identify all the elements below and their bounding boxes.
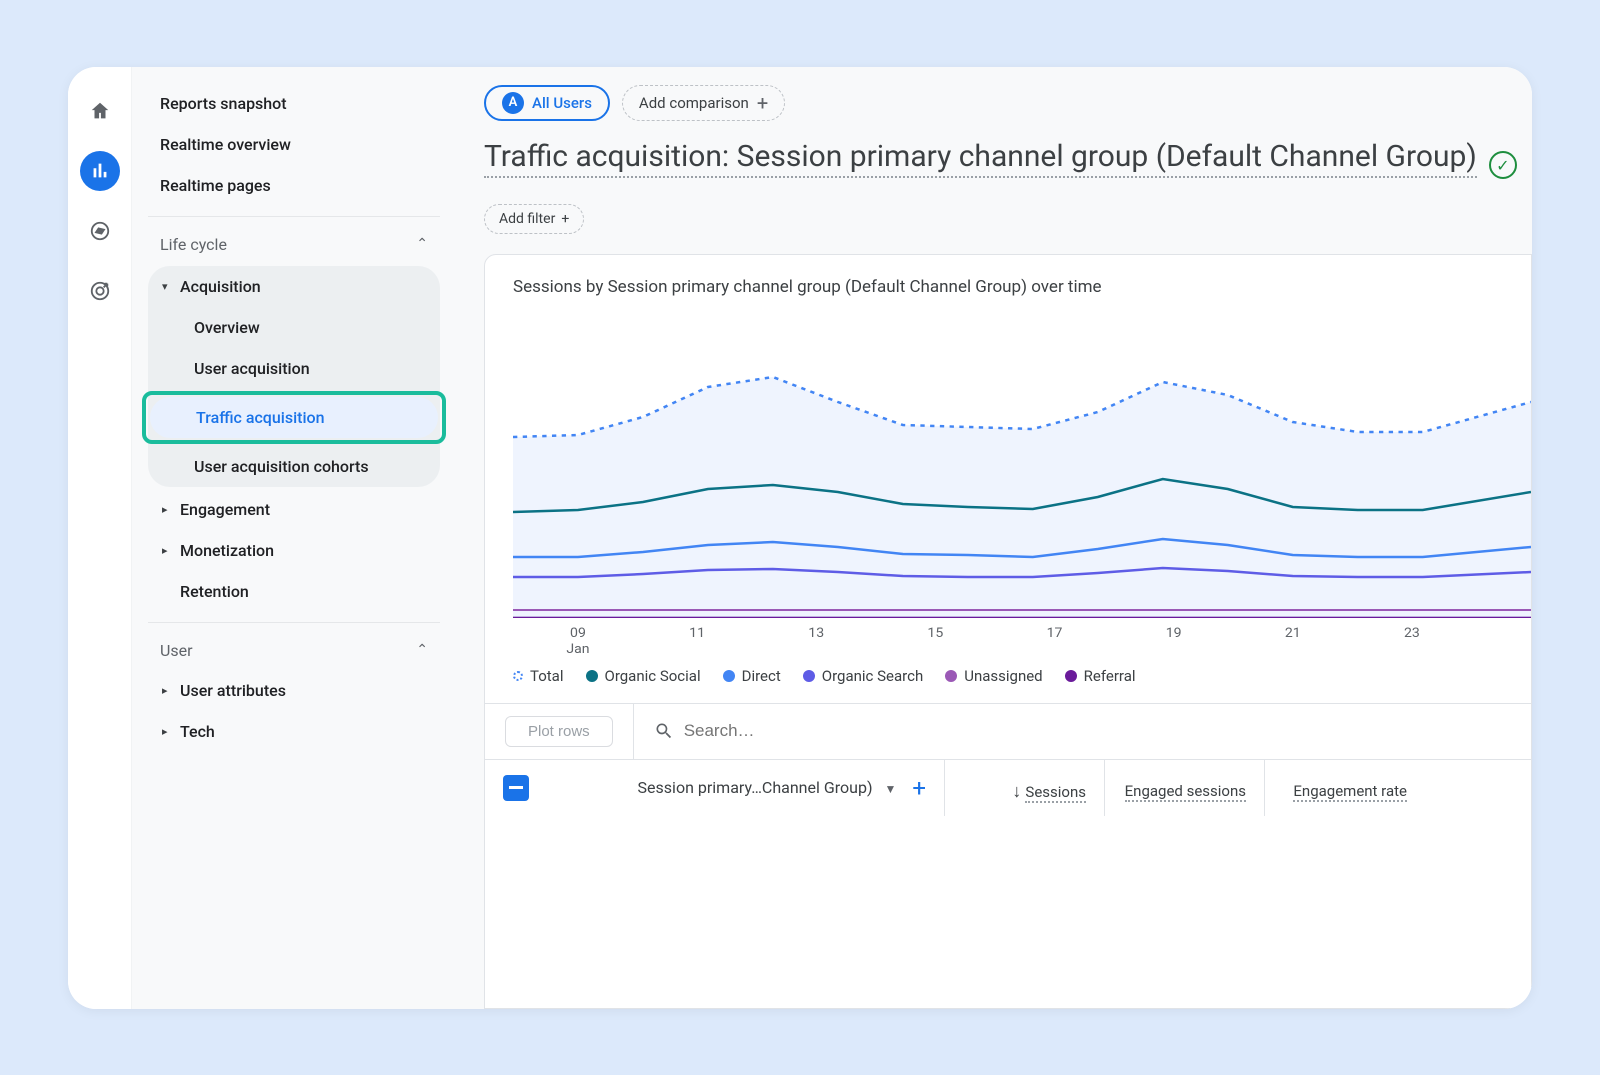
chart-title: Sessions by Session primary channel grou… (485, 255, 1531, 307)
legend-swatch (586, 670, 598, 682)
group-tech[interactable]: ▸ Tech (148, 711, 440, 752)
select-all-checkbox[interactable] (503, 775, 529, 801)
chip-badge: A (502, 92, 524, 114)
line-chart: 09 11 13 15 17 19 21 23 Jan (513, 317, 1531, 657)
group-label: Monetization (180, 541, 274, 560)
nav-user-acquisition-cohorts[interactable]: User acquisition cohorts (148, 446, 440, 487)
explore-icon[interactable] (80, 211, 120, 251)
chevron-right-icon: ▸ (162, 544, 180, 557)
plot-rows-button[interactable]: Plot rows (505, 716, 613, 747)
nav-user-acquisition[interactable]: User acquisition (148, 348, 440, 389)
col-engagement-rate[interactable]: Engagement rate (1265, 760, 1425, 816)
search-wrap (633, 704, 1531, 759)
chevron-down-icon: ▾ (162, 280, 180, 293)
svg-text:19: 19 (1166, 625, 1182, 640)
add-dimension-button[interactable]: + (912, 774, 926, 802)
group-label: Tech (180, 722, 215, 741)
chevron-right-icon: ▸ (162, 503, 180, 516)
chart-card: Sessions by Session primary channel grou… (484, 254, 1532, 1009)
svg-text:23: 23 (1404, 625, 1420, 640)
legend-organic-search[interactable]: Organic Search (803, 667, 923, 685)
group-engagement[interactable]: ▸ Engagement (148, 489, 440, 530)
group-label: Acquisition (180, 277, 261, 296)
nav-reports-snapshot[interactable]: Reports snapshot (148, 83, 440, 124)
legend-swatch (513, 671, 523, 681)
chip-all-users[interactable]: A All Users (484, 85, 610, 121)
sidebar: Reports snapshot Realtime overview Realt… (132, 67, 452, 1009)
nav-label: Reports snapshot (160, 94, 287, 113)
comparison-chips: A All Users Add comparison + (484, 85, 1532, 121)
legend-total[interactable]: Total (513, 667, 564, 685)
table-header-row: Session primary…Channel Group) ▼ + ↓Sess… (485, 759, 1531, 816)
chip-label: Add filter (499, 211, 555, 227)
legend-swatch (945, 670, 957, 682)
chevron-right-icon: ▸ (162, 684, 180, 697)
caret-down-icon: ▼ (884, 782, 896, 796)
chart-area: 09 11 13 15 17 19 21 23 Jan (485, 307, 1531, 661)
group-label: User attributes (180, 681, 286, 700)
chevron-up-icon: ⌃ (416, 642, 428, 658)
nav-overview[interactable]: Overview (148, 307, 440, 348)
svg-text:11: 11 (689, 625, 705, 640)
section-label: User (160, 641, 193, 660)
reports-icon[interactable] (80, 151, 120, 191)
sort-desc-icon: ↓ (1012, 781, 1021, 802)
search-icon (654, 721, 674, 741)
search-input[interactable] (684, 721, 1531, 741)
section-label: Life cycle (160, 235, 227, 254)
legend-swatch (1065, 670, 1077, 682)
page-title[interactable]: Traffic acquisition: Session primary cha… (484, 139, 1477, 178)
legend-direct[interactable]: Direct (723, 667, 781, 685)
chip-add-comparison[interactable]: Add comparison + (622, 85, 785, 121)
main-content: A All Users Add comparison + Traffic acq… (452, 67, 1532, 1009)
chip-add-filter[interactable]: Add filter + (484, 204, 584, 234)
group-user-attributes[interactable]: ▸ User attributes (148, 670, 440, 711)
legend-referral[interactable]: Referral (1065, 667, 1136, 685)
status-check-icon[interactable]: ✓ (1489, 151, 1517, 179)
nav-label: Realtime pages (160, 176, 271, 195)
app-frame: Reports snapshot Realtime overview Realt… (68, 67, 1532, 1009)
legend-organic-social[interactable]: Organic Social (586, 667, 701, 685)
group-monetization[interactable]: ▸ Monetization (148, 530, 440, 571)
nav-label: Retention (180, 582, 249, 601)
group-acquisition: ▾ Acquisition Overview User acquisition … (148, 266, 440, 487)
nav-retention[interactable]: Retention (148, 571, 440, 612)
legend-swatch (723, 670, 735, 682)
plus-icon: + (757, 93, 768, 113)
chart-legend: Total Organic Social Direct Organic Sear… (485, 661, 1531, 703)
nav-traffic-acquisition[interactable]: Traffic acquisition (150, 397, 438, 438)
col-sessions[interactable]: ↓Sessions (945, 760, 1105, 816)
home-icon[interactable] (80, 91, 120, 131)
plus-icon: + (561, 211, 569, 227)
svg-text:09: 09 (570, 625, 586, 640)
group-label: Engagement (180, 500, 270, 519)
col-engaged-sessions[interactable]: Engaged sessions (1105, 760, 1265, 816)
title-row: Traffic acquisition: Session primary cha… (484, 139, 1532, 192)
dimension-column: Session primary…Channel Group) ▼ + (485, 760, 945, 816)
dimension-picker[interactable]: Session primary…Channel Group) ▼ (638, 778, 897, 797)
chip-label: Add comparison (639, 94, 749, 112)
nav-realtime-overview[interactable]: Realtime overview (148, 124, 440, 165)
svg-text:17: 17 (1047, 625, 1063, 640)
section-life-cycle[interactable]: Life cycle ⌃ (148, 216, 440, 264)
table-toolbar: Plot rows (485, 703, 1531, 759)
chevron-up-icon: ⌃ (416, 236, 428, 252)
section-user[interactable]: User ⌃ (148, 622, 440, 670)
legend-unassigned[interactable]: Unassigned (945, 667, 1042, 685)
nav-rail (68, 67, 132, 1009)
nav-realtime-pages[interactable]: Realtime pages (148, 165, 440, 206)
chevron-right-icon: ▸ (162, 725, 180, 738)
svg-text:Jan: Jan (566, 641, 589, 656)
chip-label: All Users (532, 94, 592, 112)
svg-text:13: 13 (808, 625, 824, 640)
legend-swatch (803, 670, 815, 682)
svg-text:15: 15 (927, 625, 943, 640)
nav-label: Realtime overview (160, 135, 291, 154)
advertising-icon[interactable] (80, 271, 120, 311)
svg-text:21: 21 (1285, 625, 1301, 640)
highlight-annotation: Traffic acquisition (142, 391, 446, 444)
group-acquisition-header[interactable]: ▾ Acquisition (148, 266, 440, 307)
